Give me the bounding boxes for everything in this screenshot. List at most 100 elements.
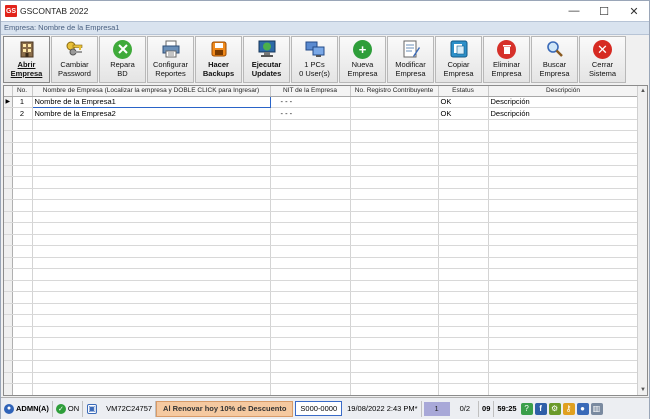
empty-cell bbox=[12, 257, 33, 269]
empty-cell bbox=[12, 119, 33, 131]
facebook-icon[interactable]: f bbox=[534, 402, 547, 415]
empty-cell bbox=[32, 372, 271, 384]
empty-cell bbox=[12, 383, 33, 395]
empty-row bbox=[4, 349, 639, 361]
ejecutar-updates-button[interactable]: Ejecutar Updates bbox=[243, 36, 290, 83]
cell-registro[interactable] bbox=[350, 107, 439, 120]
key-icon[interactable]: ⚷ bbox=[562, 402, 575, 415]
empty-cell bbox=[12, 130, 33, 143]
empty-cell bbox=[488, 119, 639, 131]
window-controls: — ☐ ✕ bbox=[559, 1, 649, 21]
settings-icon[interactable]: ⚙ bbox=[548, 402, 561, 415]
header-estatus[interactable]: Estatus bbox=[438, 86, 489, 97]
empty-cell bbox=[32, 222, 271, 235]
empty-cell bbox=[350, 291, 439, 304]
users-connected-label: 1 PCs 0 User(s) bbox=[299, 60, 330, 78]
header-descripcion[interactable]: Descripción bbox=[488, 86, 639, 97]
empty-cell bbox=[32, 326, 271, 338]
header-nit[interactable]: NIT de la Empresa bbox=[270, 86, 351, 97]
cell-no[interactable]: 2 bbox=[12, 107, 33, 120]
empty-cell bbox=[12, 165, 33, 177]
buscar-empresa-button[interactable]: Buscar Empresa bbox=[531, 36, 578, 83]
scroll-down-icon[interactable]: ▼ bbox=[638, 385, 647, 395]
empty-cell bbox=[32, 349, 271, 361]
empty-cell bbox=[350, 280, 439, 292]
trash-status-icon[interactable]: ▥ bbox=[590, 402, 603, 415]
cell-name[interactable]: Nombre de la Empresa1 bbox=[31, 95, 271, 108]
empty-cell bbox=[4, 314, 13, 327]
close-window-button[interactable]: ✕ bbox=[619, 1, 649, 21]
abrir-empresa-label: Abrir Empresa bbox=[10, 60, 43, 78]
header-registro[interactable]: No. Registro Contribuyente bbox=[350, 86, 439, 97]
globe-icon bbox=[256, 39, 278, 59]
header-nombre[interactable]: Nombre de Empresa (Localizar la empresa … bbox=[32, 86, 271, 97]
cell-registro[interactable] bbox=[350, 96, 439, 108]
cell-estatus[interactable]: OK bbox=[438, 96, 489, 108]
empty-cell bbox=[438, 142, 489, 154]
cell-estatus[interactable]: OK bbox=[438, 107, 489, 120]
user-profile-icon[interactable]: ● bbox=[576, 402, 589, 415]
copiar-empresa-button[interactable]: Copiar Empresa bbox=[435, 36, 482, 83]
cell-nit[interactable]: - - - bbox=[270, 107, 351, 120]
empty-cell bbox=[12, 268, 33, 281]
abrir-empresa-button[interactable]: Abrir Empresa bbox=[3, 36, 50, 83]
empty-cell bbox=[438, 257, 489, 269]
empty-cell bbox=[4, 303, 13, 315]
nueva-empresa-label: Nueva Empresa bbox=[347, 60, 378, 78]
empty-cell bbox=[270, 326, 351, 338]
minimize-button[interactable]: — bbox=[559, 1, 589, 21]
cell-nit[interactable]: - - - bbox=[270, 96, 351, 108]
nueva-empresa-button[interactable]: + Nueva Empresa bbox=[339, 36, 386, 83]
empty-row bbox=[4, 222, 639, 235]
empty-cell bbox=[32, 176, 271, 189]
close-icon: ✕ bbox=[592, 39, 614, 59]
configurar-reportes-button[interactable]: Configurar Reportes bbox=[147, 36, 194, 83]
cambiar-password-button[interactable]: Cambiar Password bbox=[51, 36, 98, 83]
cell-descripcion[interactable]: Descripción bbox=[488, 96, 639, 108]
empty-cell bbox=[4, 337, 13, 350]
empty-cell bbox=[32, 280, 271, 292]
cell-no[interactable]: 1 bbox=[12, 96, 33, 108]
status-connection: ✓ ON bbox=[53, 400, 84, 417]
empty-cell bbox=[270, 372, 351, 384]
cell-name[interactable]: Nombre de la Empresa2 bbox=[32, 107, 271, 120]
empty-cell bbox=[32, 142, 271, 154]
empty-cell bbox=[12, 188, 33, 200]
table-row[interactable]: 2 Nombre de la Empresa2 - - - OK Descrip… bbox=[4, 107, 639, 120]
empty-cell bbox=[270, 245, 351, 258]
vertical-scrollbar[interactable]: ▲ ▼ bbox=[637, 86, 647, 395]
modificar-empresa-button[interactable]: Modificar Empresa bbox=[387, 36, 434, 83]
empty-cell bbox=[12, 245, 33, 258]
users-connected-button[interactable]: 1 PCs 0 User(s) bbox=[291, 36, 338, 83]
empty-cell bbox=[4, 245, 13, 258]
empty-cell bbox=[32, 130, 271, 143]
empty-cell bbox=[438, 268, 489, 281]
companies-grid[interactable]: No. Nombre de Empresa (Localizar la empr… bbox=[3, 85, 648, 396]
cell-descripcion[interactable]: Descripción bbox=[488, 107, 639, 120]
hacer-backups-button[interactable]: Hacer Backups bbox=[195, 36, 242, 83]
empty-cell bbox=[350, 188, 439, 200]
empty-cell bbox=[488, 303, 639, 315]
modificar-empresa-label: Modificar Empresa bbox=[395, 60, 426, 78]
maximize-button[interactable]: ☐ bbox=[589, 1, 619, 21]
help-icon[interactable]: ? bbox=[520, 402, 533, 415]
empty-cell bbox=[438, 291, 489, 304]
header-no[interactable]: No. bbox=[12, 86, 33, 97]
eliminar-empresa-button[interactable]: Eliminar Empresa bbox=[483, 36, 530, 83]
table-row[interactable]: ▶ 1 Nombre de la Empresa1 - - - OK Descr… bbox=[4, 95, 639, 108]
cambiar-password-label: Cambiar Password bbox=[58, 60, 91, 78]
cerrar-sistema-button[interactable]: ✕ Cerrar Sistema bbox=[579, 36, 626, 83]
repara-bd-button[interactable]: Repara BD bbox=[99, 36, 146, 83]
empty-cell bbox=[12, 234, 33, 246]
empty-cell bbox=[438, 222, 489, 235]
empty-cell bbox=[488, 337, 639, 350]
empty-row bbox=[4, 153, 639, 166]
empty-cell bbox=[438, 199, 489, 212]
scroll-up-icon[interactable]: ▲ bbox=[638, 86, 647, 96]
empty-cell bbox=[270, 337, 351, 350]
promo-banner[interactable]: Al Renovar hoy 10% de Descuento bbox=[156, 400, 294, 417]
empty-cell bbox=[270, 211, 351, 223]
empty-cell bbox=[438, 188, 489, 200]
empty-cell bbox=[488, 245, 639, 258]
empty-cell bbox=[270, 360, 351, 373]
